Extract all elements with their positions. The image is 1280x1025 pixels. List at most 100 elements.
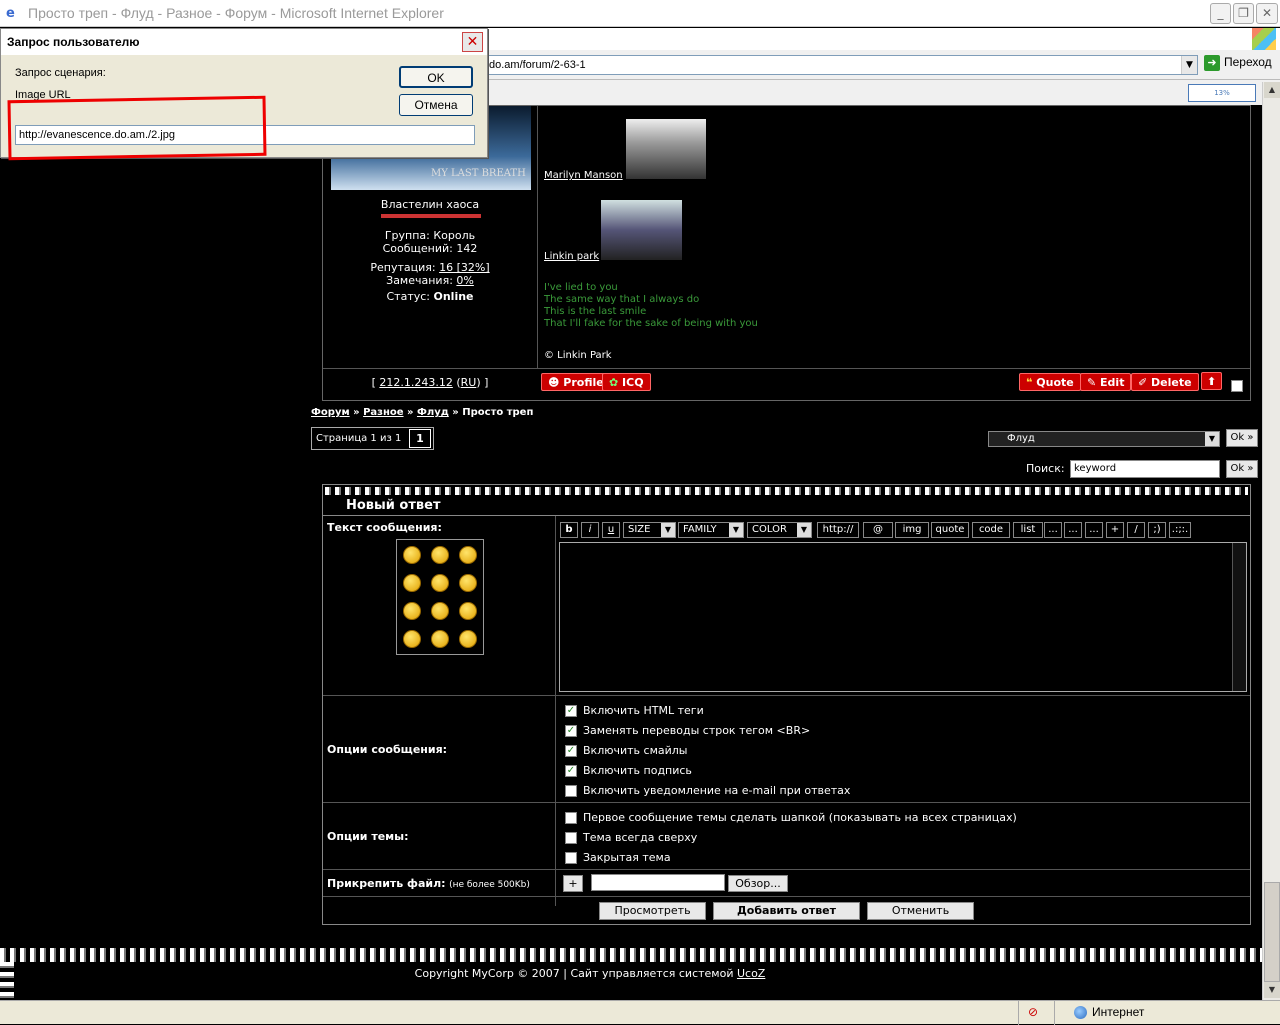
- browse-button[interactable]: Обзор...: [728, 875, 788, 892]
- warnings-row: Замечания: 0%: [386, 274, 474, 287]
- code-button[interactable]: code: [972, 522, 1010, 538]
- popup-blocker-icon[interactable]: ⊘: [1028, 1005, 1044, 1021]
- scroll-top-button[interactable]: ⬆: [1201, 372, 1223, 390]
- list-item-button[interactable]: ...: [1044, 522, 1062, 538]
- dialog-cancel-button[interactable]: Отмена: [399, 94, 473, 116]
- add-file-button[interactable]: +: [563, 875, 583, 892]
- progress-widget: 13%: [1188, 84, 1256, 102]
- smile-button[interactable]: ;): [1148, 522, 1166, 538]
- ip-row: [ 212.1.243.12 (RU) ]: [371, 376, 489, 389]
- size-select[interactable]: SIZE ▼: [623, 522, 676, 538]
- profile-button[interactable]: ☻ Profile: [541, 373, 611, 391]
- page-scrollbar[interactable]: ▲ ▼: [1262, 82, 1280, 1000]
- textarea-scrollbar[interactable]: [1232, 543, 1246, 691]
- page-current[interactable]: 1: [409, 429, 431, 448]
- message-textarea[interactable]: [559, 542, 1247, 692]
- dialog-ok-button[interactable]: OK: [399, 66, 473, 88]
- worried-smile-icon[interactable]: [403, 602, 421, 620]
- select-post-checkbox[interactable]: [1231, 380, 1243, 392]
- address-input[interactable]: do.am/forum/2-63-1: [484, 55, 1198, 75]
- url-button[interactable]: http://: [817, 522, 859, 538]
- breadcrumb-section[interactable]: Разное: [363, 407, 403, 418]
- surprised-smile-icon[interactable]: [459, 602, 477, 620]
- scroll-thumb[interactable]: [1264, 882, 1280, 982]
- italic-button[interactable]: i: [581, 522, 599, 538]
- email-notify-checkbox[interactable]: [565, 785, 577, 797]
- underline-button[interactable]: u: [602, 522, 620, 538]
- email-button[interactable]: @: [863, 522, 893, 538]
- file-input[interactable]: [591, 874, 725, 891]
- search-input[interactable]: keyword: [1070, 460, 1220, 478]
- cancel-reply-button[interactable]: Отменить: [867, 902, 974, 920]
- ucoz-link[interactable]: UcoZ: [737, 967, 765, 980]
- list-button[interactable]: list: [1013, 522, 1043, 538]
- scroll-up-icon[interactable]: ▲: [1264, 82, 1280, 98]
- edit-button[interactable]: ✎ Edit: [1080, 373, 1132, 391]
- signature-checkbox[interactable]: ✓: [565, 765, 577, 777]
- img-button[interactable]: img: [895, 522, 929, 538]
- marilyn-manson-link[interactable]: Marilyn Manson: [544, 170, 623, 181]
- extra-button-2[interactable]: ...: [1085, 522, 1103, 538]
- scroll-down-icon[interactable]: ▼: [1264, 982, 1280, 998]
- cool-smile-icon[interactable]: [459, 546, 477, 564]
- plus-button[interactable]: +: [1106, 522, 1124, 538]
- close-tag-button[interactable]: /: [1127, 522, 1145, 538]
- minimize-button[interactable]: _: [1210, 3, 1231, 24]
- reputation-link[interactable]: 16 [32%]: [439, 261, 490, 274]
- icq-button[interactable]: ✿ ICQ: [602, 373, 651, 391]
- marilyn-manson-image[interactable]: [626, 119, 706, 179]
- smileys-label: Включить смайлы: [583, 744, 688, 757]
- search-ok-button[interactable]: Ok »: [1226, 460, 1258, 478]
- bold-button[interactable]: b: [560, 522, 578, 538]
- translit-button[interactable]: .:;:.: [1169, 522, 1191, 538]
- grin-smile-icon[interactable]: [431, 546, 449, 564]
- go-button[interactable]: ➜ Переход: [1204, 55, 1278, 75]
- smileys-checkbox[interactable]: ✓: [565, 745, 577, 757]
- happy-smile-icon[interactable]: [459, 574, 477, 592]
- jump-ok-button[interactable]: Ok »: [1226, 429, 1258, 447]
- linkin-park-link[interactable]: Linkin park: [544, 251, 599, 262]
- closed-topic-checkbox[interactable]: [565, 852, 577, 864]
- region-link[interactable]: RU: [461, 376, 477, 389]
- wink-smile-icon[interactable]: [459, 630, 477, 648]
- profile-icon: ☻: [548, 376, 564, 389]
- quote-tag-button[interactable]: quote: [931, 522, 969, 538]
- smile-icon[interactable]: [431, 602, 449, 620]
- breadcrumb-subsection[interactable]: Флуд: [417, 407, 449, 418]
- confused-smile-icon[interactable]: [431, 630, 449, 648]
- html-tags-checkbox[interactable]: ✓: [565, 705, 577, 717]
- family-select[interactable]: FAMILY ▼: [678, 522, 744, 538]
- warnings-link[interactable]: 0%: [456, 274, 473, 287]
- pager-label: Страница 1 из 1: [316, 433, 402, 444]
- html-tags-label: Включить HTML теги: [583, 704, 704, 717]
- address-dropdown-icon[interactable]: ▼: [1181, 56, 1197, 74]
- color-select[interactable]: COLOR ▼: [747, 522, 812, 538]
- maximize-button[interactable]: ❐: [1233, 3, 1254, 24]
- chevron-down-icon: ▼: [729, 523, 743, 537]
- reply-header: Новый ответ: [346, 498, 441, 513]
- eraser-icon: ✐: [1138, 376, 1152, 389]
- sticky-topic-checkbox[interactable]: [565, 832, 577, 844]
- sticky-topic-label: Тема всегда сверху: [583, 831, 698, 844]
- cry-smile-icon[interactable]: [403, 574, 421, 592]
- sad-smile-icon[interactable]: [431, 574, 449, 592]
- quote-button[interactable]: ❝ Quote: [1019, 373, 1081, 391]
- ip-link[interactable]: 212.1.243.12: [379, 376, 452, 389]
- angry-smile-icon[interactable]: [403, 546, 421, 564]
- chevron-down-icon: ▼: [1205, 432, 1219, 446]
- breadcrumb-forum[interactable]: Форум: [311, 407, 350, 418]
- forum-jump-select[interactable]: Флуд ▼: [988, 431, 1220, 447]
- linkin-park-image[interactable]: [601, 200, 682, 260]
- reply-form: Новый ответ Текст сообщения: b i u SIZE ▼…: [322, 484, 1251, 925]
- chevron-down-icon: ▼: [661, 523, 675, 537]
- submit-reply-button[interactable]: Добавить ответ: [713, 902, 860, 920]
- preview-button[interactable]: Просмотреть: [599, 902, 706, 920]
- dialog-close-button[interactable]: ✕: [462, 32, 483, 52]
- pin-first-post-checkbox[interactable]: [565, 812, 577, 824]
- extra-button-1[interactable]: ...: [1064, 522, 1082, 538]
- br-checkbox[interactable]: ✓: [565, 725, 577, 737]
- signature-label: Включить подпись: [583, 764, 692, 777]
- tongue-smile-icon[interactable]: [403, 630, 421, 648]
- delete-button[interactable]: ✐ Delete: [1131, 373, 1199, 391]
- close-window-button[interactable]: ✕: [1256, 3, 1278, 24]
